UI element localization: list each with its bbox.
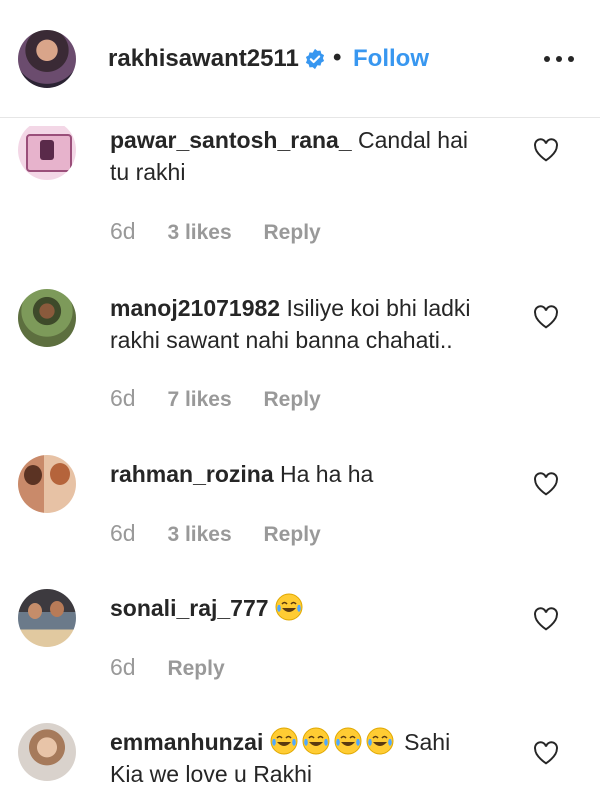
comment-age: 6d — [110, 385, 136, 411]
comment-text: rakhi sawant nahi banna chahati.. — [110, 327, 453, 353]
tears-of-joy-emoji-icon — [302, 727, 330, 755]
post-header: rakhisawant2511 • Follow — [0, 0, 600, 118]
avatar[interactable] — [18, 589, 76, 647]
comment-age: 6d — [110, 654, 136, 680]
comment-text: Sahi — [397, 729, 451, 755]
reply-button[interactable]: Reply — [264, 388, 321, 411]
follow-button[interactable]: Follow — [353, 45, 429, 73]
more-options-icon[interactable] — [542, 44, 576, 70]
likes-count[interactable]: 7 likes — [167, 388, 231, 411]
comment-username[interactable]: emmanhunzai — [110, 729, 263, 755]
comment-username[interactable]: manoj21071982 — [110, 295, 280, 321]
tears-of-joy-emoji-icon — [334, 727, 362, 755]
verified-badge-icon — [305, 48, 325, 70]
comment-username[interactable]: pawar_santosh_rana_ — [110, 127, 352, 153]
comment-text: Ha ha ha — [273, 461, 374, 487]
avatar[interactable] — [18, 289, 76, 347]
comment-text: Kia we love u Rakhi — [110, 761, 312, 787]
heart-icon[interactable] — [533, 138, 559, 162]
reply-button[interactable]: Reply — [167, 657, 224, 680]
tears-of-joy-emoji-icon — [275, 593, 303, 621]
comment-username[interactable]: rahman_rozina — [110, 461, 274, 487]
comment-username[interactable]: sonali_raj_777 — [110, 595, 269, 621]
heart-icon[interactable] — [533, 472, 559, 496]
comment-text: tu rakhi — [110, 159, 186, 185]
avatar[interactable] — [18, 120, 76, 180]
comment-text: Isiliye koi bhi ladki — [280, 295, 471, 321]
post-author-username[interactable]: rakhisawant2511 — [108, 45, 299, 73]
comment-age: 6d — [110, 218, 136, 244]
reply-button[interactable]: Reply — [264, 523, 321, 546]
reply-button[interactable]: Reply — [264, 221, 321, 244]
comment-text: Candal hai — [351, 127, 468, 153]
likes-count[interactable]: 3 likes — [167, 523, 231, 546]
avatar[interactable] — [18, 30, 76, 88]
comment-age: 6d — [110, 520, 136, 546]
avatar[interactable] — [18, 455, 76, 513]
tears-of-joy-emoji-icon — [270, 727, 298, 755]
tears-of-joy-emoji-icon — [366, 727, 394, 755]
heart-icon[interactable] — [533, 741, 559, 765]
avatar[interactable] — [18, 723, 76, 781]
heart-icon[interactable] — [533, 305, 559, 329]
separator-dot: • — [333, 44, 342, 71]
likes-count[interactable]: 3 likes — [167, 221, 231, 244]
heart-icon[interactable] — [533, 607, 559, 631]
